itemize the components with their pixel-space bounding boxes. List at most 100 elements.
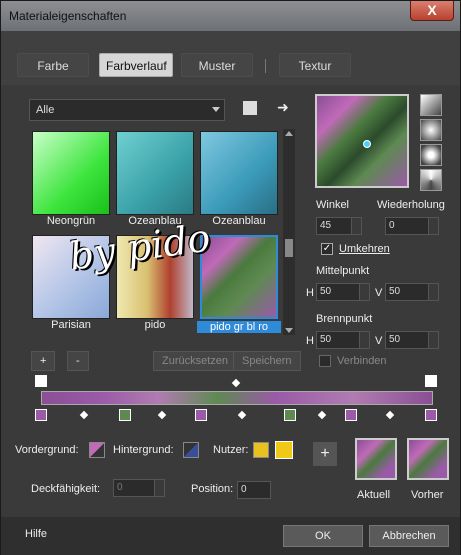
link-checkbox[interactable] (319, 355, 331, 367)
opacity-stop-marker[interactable] (35, 375, 47, 387)
position-input[interactable]: 0 (237, 481, 271, 499)
linear-gradient-mode-button[interactable] (420, 94, 442, 116)
center-h-value: 50 (320, 286, 332, 297)
center-label: Mittelpunkt (316, 265, 370, 277)
gradient-thumb (116, 131, 194, 215)
gradient-name: Ozeanblau (212, 215, 266, 227)
gradient-thumb (32, 131, 110, 215)
background-swatch[interactable] (183, 442, 199, 458)
library-icon[interactable] (243, 101, 257, 115)
scroll-thumb[interactable] (285, 239, 293, 257)
tab-pattern[interactable]: Muster (181, 53, 253, 77)
tab-texture[interactable]: Textur (279, 53, 351, 77)
center-v-input[interactable]: 50 (385, 283, 439, 301)
foreground-swatch[interactable] (89, 442, 105, 458)
focus-v-stepper[interactable] (428, 332, 438, 348)
background-label: Hintergrund: (113, 444, 174, 456)
focus-v-value: 50 (389, 334, 401, 345)
save-gradient-button[interactable]: Speichern (233, 351, 301, 371)
remove-gradient-button[interactable]: - (67, 351, 89, 371)
opacity-stepper[interactable] (154, 480, 164, 496)
repeat-stepper[interactable] (428, 218, 438, 234)
rectangular-gradient-mode-button[interactable] (420, 119, 442, 141)
gradient-editor-bar[interactable] (41, 391, 433, 405)
gradient-item[interactable]: Ozeanblau (113, 129, 195, 229)
current-material-swatch[interactable] (355, 438, 397, 480)
close-button[interactable]: X (410, 1, 454, 21)
repeat-label: Wiederholung (377, 199, 445, 211)
gradient-scrollbar[interactable] (283, 129, 295, 335)
cancel-button[interactable]: Abbrechen (369, 525, 449, 547)
reset-button[interactable]: Zurücksetzen (153, 351, 238, 371)
previous-material-swatch[interactable] (407, 438, 449, 480)
category-select[interactable]: Alle (29, 99, 225, 121)
tab-color[interactable]: Farbe (17, 53, 89, 77)
angle-value: 45 (320, 220, 332, 231)
add-to-swatches-button[interactable]: + (313, 442, 337, 466)
focus-label: Brennpunkt (316, 313, 373, 325)
help-link[interactable]: Hilfe (25, 528, 47, 540)
sunburst-gradient-mode-button[interactable] (420, 169, 442, 191)
invert-checkbox[interactable]: ✓ (321, 243, 333, 255)
tab-separator (265, 59, 266, 73)
center-h-stepper[interactable] (359, 284, 369, 300)
gradient-item[interactable]: Ozeanblau (197, 129, 279, 229)
invert-label: Umkehren (339, 243, 390, 255)
chevron-down-icon (212, 107, 220, 112)
ok-button[interactable]: OK (283, 525, 363, 547)
tab-gradient[interactable]: Farbverlauf (99, 53, 173, 77)
color-stop-marker[interactable] (195, 409, 207, 421)
color-stop-marker[interactable] (345, 409, 357, 421)
center-point-icon[interactable] (363, 140, 371, 148)
center-v-label: V (375, 287, 383, 299)
color-stop-marker[interactable] (425, 409, 437, 421)
foreground-label: Vordergrund: (15, 444, 79, 456)
link-label: Verbinden (337, 355, 387, 367)
title-bar: Materialeigenschaften X (1, 1, 460, 31)
add-gradient-button[interactable]: + (31, 351, 56, 371)
gradient-name: Parisian (51, 319, 91, 331)
dialog-footer: Hilfe OK Abbrechen (1, 517, 460, 555)
color-stop-marker[interactable] (119, 409, 131, 421)
gradient-item[interactable]: Neongrün (29, 129, 111, 229)
repeat-input[interactable]: 0 (385, 217, 439, 235)
tab-bar: Farbe Farbverlauf Muster Textur (1, 31, 460, 85)
gradient-grid: Neongrün Ozeanblau Ozeanblau Parisian pi… (29, 129, 281, 335)
gradient-preview[interactable] (315, 94, 409, 188)
angle-label: Winkel (316, 199, 350, 211)
center-v-stepper[interactable] (428, 284, 438, 300)
focus-v-input[interactable]: 50 (385, 331, 439, 349)
angle-input[interactable]: 45 (316, 217, 362, 235)
radial-gradient-mode-button[interactable] (420, 144, 442, 166)
user-color-swatch[interactable] (275, 441, 293, 459)
opacity-label: Deckfähigkeit: (31, 483, 101, 495)
focus-h-stepper[interactable] (359, 332, 369, 348)
scroll-up-icon[interactable] (285, 131, 293, 136)
user-label: Nutzer: (213, 444, 249, 456)
color-stop-marker[interactable] (35, 409, 47, 421)
gradient-name: pido (144, 319, 166, 331)
current-label: Aktuell (357, 489, 391, 501)
opacity-stop-marker[interactable] (425, 375, 437, 387)
opacity-value: 0 (117, 482, 123, 493)
opacity-input[interactable]: 0 (113, 479, 165, 497)
position-value: 0 (241, 484, 247, 495)
angle-stepper[interactable] (351, 218, 361, 234)
color-stop-marker[interactable] (284, 409, 296, 421)
center-v-value: 50 (389, 286, 401, 297)
gradient-name: Neongrün (46, 215, 96, 227)
focus-h-input[interactable]: 50 (316, 331, 370, 349)
position-label: Position: (191, 483, 234, 495)
previous-label: Vorher (411, 489, 444, 501)
user-swatch[interactable] (253, 442, 269, 458)
scroll-down-icon[interactable] (285, 328, 293, 333)
center-h-input[interactable]: 50 (316, 283, 370, 301)
focus-v-label: V (375, 335, 383, 347)
focus-h-value: 50 (320, 334, 332, 345)
arrow-right-icon[interactable]: ➜ (277, 99, 289, 116)
window-title: Materialeigenschaften (9, 9, 127, 23)
material-properties-window: Materialeigenschaften X Farbe Farbverlau… (0, 0, 461, 555)
center-h-label: H (306, 287, 314, 299)
focus-h-label: H (306, 335, 314, 347)
gradient-name: pido gr bl ro (197, 321, 281, 333)
